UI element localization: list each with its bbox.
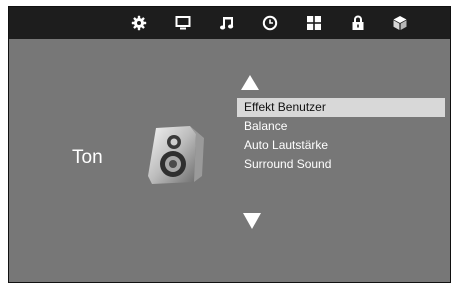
music-icon[interactable]	[219, 15, 235, 31]
menu-item-surround-sound[interactable]: Surround Sound	[237, 155, 445, 174]
scroll-up-arrow-icon[interactable]	[241, 75, 259, 90]
section-title: Ton	[72, 147, 103, 168]
tv-menu-screen: Ton Effekt Benutzer Balance Auto Lautstä…	[8, 6, 451, 283]
gear-icon[interactable]	[131, 15, 147, 31]
grid-icon[interactable]	[306, 15, 322, 31]
lock-icon[interactable]	[350, 15, 366, 31]
menu-item-auto-lautstaerke[interactable]: Auto Lautstärke	[237, 136, 445, 155]
cube-icon[interactable]	[392, 15, 408, 31]
category-bar	[9, 7, 450, 39]
scroll-down-arrow-icon[interactable]	[243, 213, 261, 229]
monitor-icon[interactable]	[175, 15, 191, 31]
sound-menu: Effekt Benutzer Balance Auto Lautstärke …	[237, 98, 445, 174]
menu-item-balance[interactable]: Balance	[237, 117, 445, 136]
speaker-icon	[148, 126, 204, 184]
menu-item-effekt-benutzer[interactable]: Effekt Benutzer	[237, 98, 445, 117]
clock-icon[interactable]	[262, 15, 278, 31]
